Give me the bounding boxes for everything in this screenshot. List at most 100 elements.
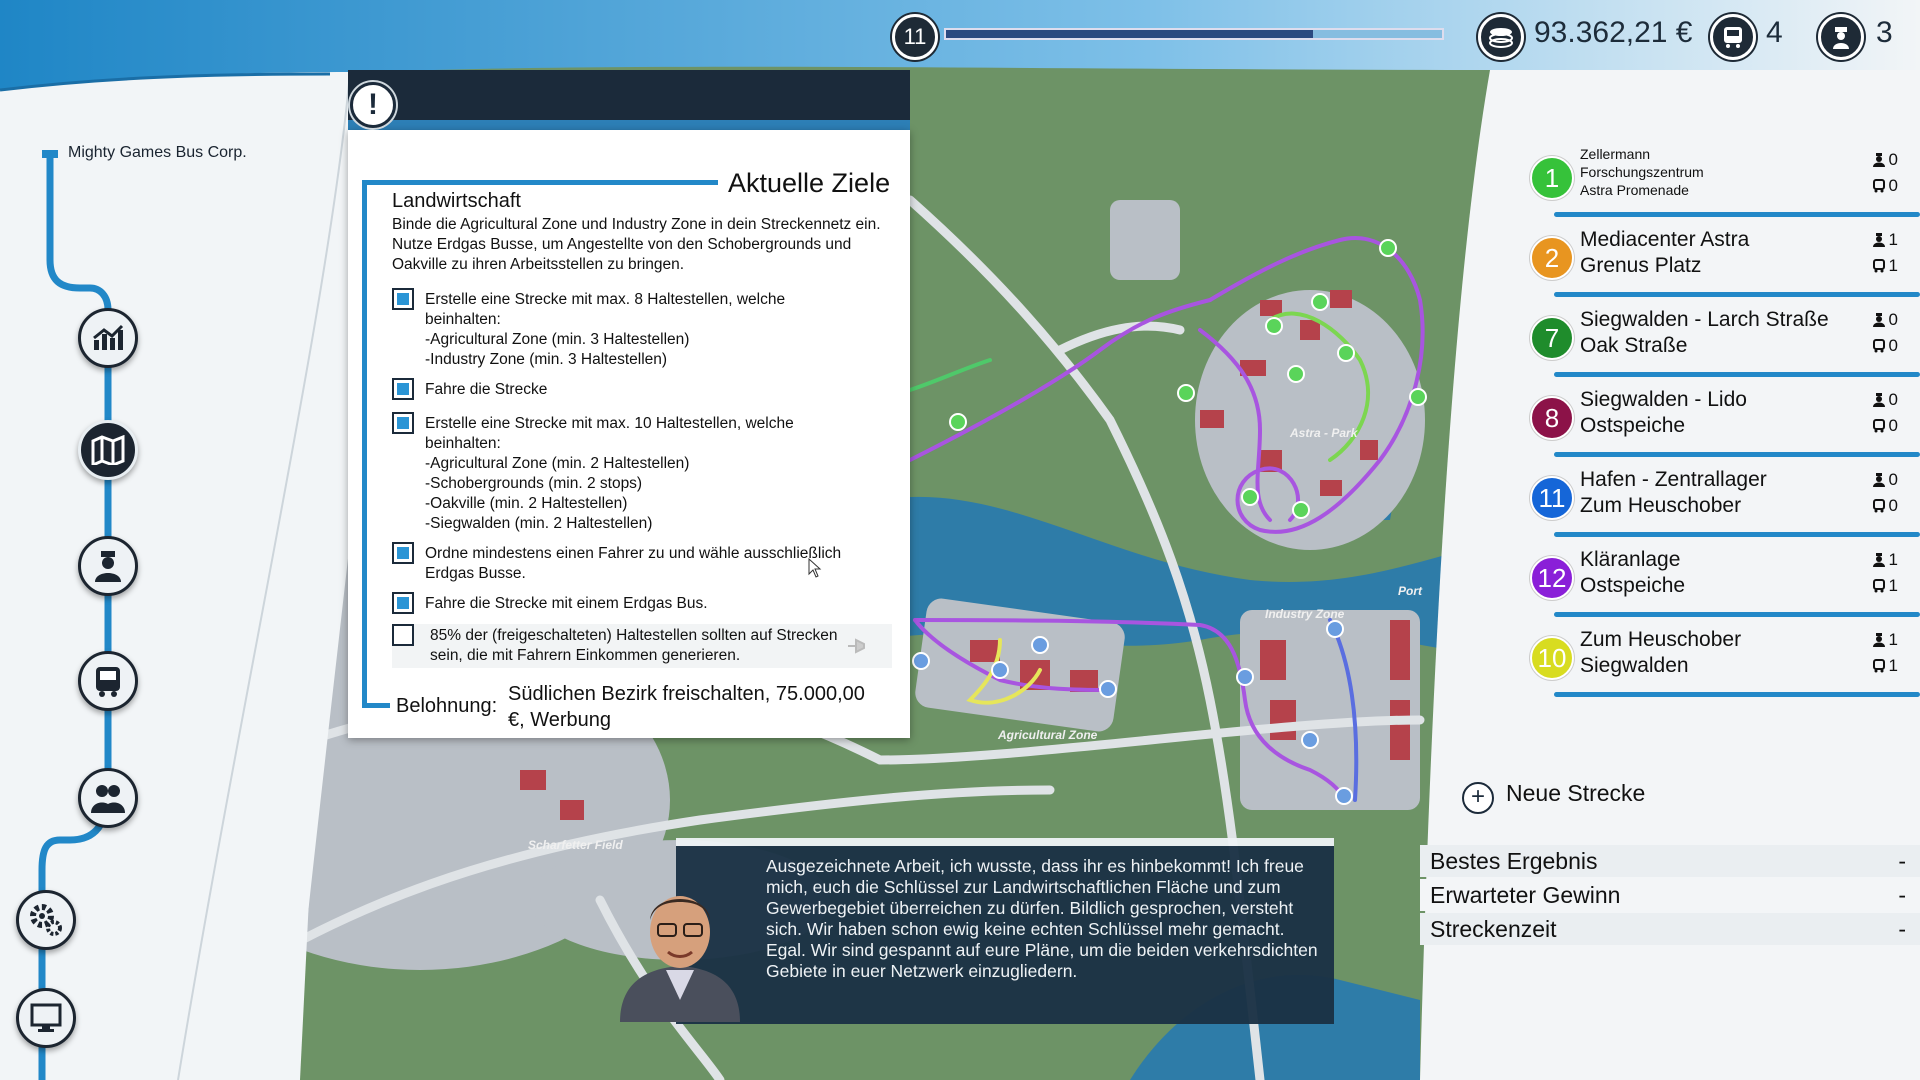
new-route-button[interactable]: Neue Strecke <box>1506 780 1645 807</box>
route-bus-count: 0 <box>1872 176 1898 196</box>
nav-buses-button[interactable] <box>78 651 138 711</box>
pin-icon[interactable] <box>846 638 868 654</box>
map-label-westfield: Westfield <box>234 1040 288 1054</box>
route-item[interactable]: 2 Mediacenter Astra Grenus Platz 1 1 <box>1530 226 1920 297</box>
reward-value: Südlichen Bezirk freischalten, 75.000,00… <box>508 683 865 731</box>
route-driver-count: 1 <box>1872 230 1898 250</box>
route-stop-name: Siegwalden - Lido <box>1580 388 1747 411</box>
level-progress-bar <box>944 28 1444 40</box>
route-number-badge: 11 <box>1530 476 1574 520</box>
route-stop-name: Zum Heuschober <box>1580 628 1742 651</box>
add-route-icon[interactable]: + <box>1462 782 1494 814</box>
map-label-astra-park: Astra - Park <box>1290 426 1358 440</box>
route-bus-count: 0 <box>1872 416 1898 436</box>
route-driver-count: 1 <box>1872 630 1898 650</box>
route-driver-count: 0 <box>1872 150 1898 170</box>
task-checkbox <box>392 592 414 614</box>
route-number-badge: 2 <box>1530 236 1574 280</box>
route-driver-count: 0 <box>1872 310 1898 330</box>
map-label-industry-zone: Industry Zone <box>1265 607 1345 621</box>
route-number-badge: 12 <box>1530 556 1574 600</box>
map-label-scharfetter-field: Scharfetter Field <box>528 838 623 852</box>
money-value: 93.362,21 € <box>1534 16 1693 49</box>
route-number-badge: 8 <box>1530 396 1574 440</box>
driver-icon <box>95 551 121 582</box>
route-driver-count: 0 <box>1872 470 1898 490</box>
route-stop-name: Grenus Platz <box>1580 254 1702 277</box>
route-stop-name: Ostspeiche <box>1580 574 1686 597</box>
level-badge: 11 <box>892 14 938 60</box>
route-stop-name: Kläranlage <box>1580 548 1681 571</box>
task-item: Fahre die Strecke <box>392 378 892 402</box>
mouse-cursor-icon <box>808 558 822 578</box>
task-checkbox <box>392 288 414 310</box>
map-icon <box>91 435 125 465</box>
route-stop-name: Forschungszentrum <box>1580 164 1704 180</box>
task-item: 85% der (freigeschalteten) Haltestellen … <box>392 624 892 668</box>
coins-icon <box>1478 14 1524 60</box>
nav-map-button[interactable] <box>78 420 138 480</box>
people-icon <box>91 785 125 813</box>
stat-row-time: Streckenzeit - <box>1420 913 1920 945</box>
route-bus-count: 0 <box>1872 336 1898 356</box>
map-label-agricultural-zone: Agricultural Zone <box>998 728 1098 742</box>
bus-count-icon <box>1710 14 1756 60</box>
task-checkbox <box>392 624 414 646</box>
objectives-title: Aktuelle Ziele <box>728 168 891 198</box>
monitor-icon <box>30 1003 62 1032</box>
driver-count: 3 <box>1876 16 1893 49</box>
route-stop-name: Siegwalden - Larch Straße <box>1580 308 1829 331</box>
company-name: Mighty Games Bus Corp. <box>68 144 247 161</box>
route-number-badge: 7 <box>1530 316 1574 360</box>
map-label-port: Port <box>1398 584 1422 598</box>
stat-row-profit: Erwarteter Gewinn - <box>1420 879 1920 911</box>
route-stop-name: Astra Promenade <box>1580 182 1689 198</box>
map-label-mayrville: Mayrville <box>272 732 324 746</box>
alert-icon[interactable]: ! <box>350 82 396 128</box>
route-item[interactable]: 12 Kläranlage Ostspeiche 1 1 <box>1530 546 1920 617</box>
route-stop-name: Zellermann <box>1580 146 1651 162</box>
task-item: Erstelle eine Strecke mit max. 10 Haltes… <box>392 412 892 532</box>
route-bus-count: 1 <box>1872 656 1898 676</box>
route-item[interactable]: 1 Zellermann Forschungszentrum Astra Promen… <box>1530 146 1920 217</box>
nav-display-button[interactable] <box>16 988 76 1048</box>
advisor-dialog-text: Ausgezeichnete Arbeit, ich wusste, dass … <box>766 856 1318 981</box>
route-bus-count: 0 <box>1872 496 1898 516</box>
task-checkbox <box>392 412 414 434</box>
route-item[interactable]: 8 Siegwalden - Lido Ostspeiche 0 0 <box>1530 386 1920 457</box>
nav-statistics-button[interactable] <box>78 308 138 368</box>
task-item: Erstelle eine Strecke mit max. 8 Haltest… <box>392 288 892 368</box>
route-number-badge: 10 <box>1530 636 1574 680</box>
game-screen: Astra - Park Industry Zone Agricultural … <box>0 0 1920 1080</box>
nav-people-button[interactable] <box>78 768 138 828</box>
reward-label: Belohnung: <box>396 695 498 717</box>
route-number-badge: 1 <box>1530 156 1574 200</box>
route-bus-count: 1 <box>1872 256 1898 276</box>
bus-icon <box>96 667 120 697</box>
task-item: Fahre die Strecke mit einem Erdgas Bus. <box>392 592 892 616</box>
route-stop-name: Hafen - Zentrallager <box>1580 468 1767 491</box>
nav-settings-button[interactable] <box>16 890 76 950</box>
route-bus-count: 1 <box>1872 576 1898 596</box>
bus-count: 4 <box>1766 16 1783 49</box>
route-item[interactable]: 10 Zum Heuschober Siegwalden 1 1 <box>1530 626 1920 697</box>
settings-icon <box>30 904 62 936</box>
route-driver-count: 1 <box>1872 550 1898 570</box>
task-checkbox <box>392 542 414 564</box>
nav-drivers-button[interactable] <box>78 536 138 596</box>
route-stop-name: Zum Heuschober <box>1580 494 1742 517</box>
route-stop-name: Mediacenter Astra <box>1580 228 1750 251</box>
level-progress-fill <box>946 30 1314 38</box>
route-driver-count: 0 <box>1872 390 1898 410</box>
route-stop-name: Siegwalden <box>1580 654 1689 677</box>
objective-name: Landwirtschaft <box>392 190 521 212</box>
route-stop-name: Ostspeiche <box>1580 414 1686 437</box>
route-item[interactable]: 7 Siegwalden - Larch Straße Oak Straße 0 0 <box>1530 306 1920 377</box>
task-checkbox <box>392 378 414 400</box>
stats-icon <box>93 324 124 350</box>
route-stop-name: Oak Straße <box>1580 334 1688 357</box>
route-item[interactable]: 11 Hafen - Zentrallager Zum Heuschober 0 0 <box>1530 466 1920 537</box>
objective-description: Binde die Agricultural Zone und Industry… <box>392 216 881 273</box>
driver-count-icon <box>1818 14 1864 60</box>
advisor-portrait <box>620 896 740 1022</box>
